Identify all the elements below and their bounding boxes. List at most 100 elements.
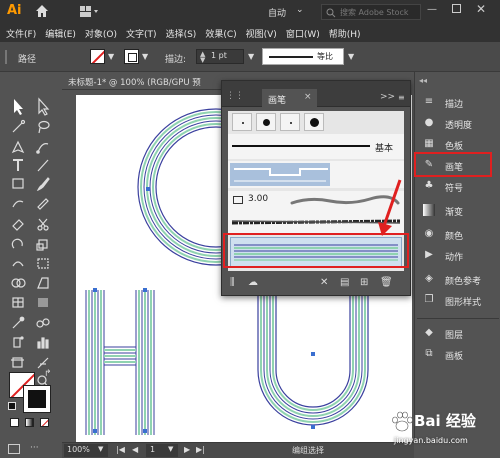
brush-libraries-icon[interactable]: ⫼ bbox=[230, 277, 235, 288]
document-tab[interactable]: 未标题-1* @ 100% (RGB/GPU 预 bbox=[62, 72, 222, 90]
stroke-proxy[interactable] bbox=[23, 385, 51, 413]
search-icon bbox=[326, 8, 336, 18]
dock-item-layers[interactable]: ◆ 图层 bbox=[415, 323, 500, 344]
color-guide-icon: ◈ bbox=[425, 273, 433, 284]
close-icon[interactable]: ✕ bbox=[476, 2, 486, 16]
highlight-selected-brush bbox=[223, 233, 409, 268]
close-icon[interactable]: × bbox=[304, 92, 312, 102]
none-mode-icon[interactable] bbox=[40, 418, 49, 427]
last-page-icon[interactable]: ▶| bbox=[196, 445, 205, 454]
dock-item-artboards[interactable]: ⧉ 画板 bbox=[415, 344, 500, 365]
chevron-down-icon[interactable]: ▼ bbox=[348, 52, 354, 61]
panel-menu-icon[interactable]: ≡ bbox=[398, 93, 405, 102]
drag-grip-icon[interactable]: ⋮⋮ bbox=[226, 91, 244, 101]
basic-brush-stroke bbox=[232, 145, 370, 147]
panel-grip[interactable] bbox=[5, 50, 7, 64]
collapse-dock-icon[interactable]: ◂◂ bbox=[419, 76, 427, 85]
stroke-weight-field[interactable]: ▲ ▼ 1 pt bbox=[196, 49, 244, 64]
app-bar: Ai 自动 ⌄ 搜索 Adobe Stock — ✕ bbox=[0, 0, 500, 24]
stepper-arrows-icon[interactable]: ▲ ▼ bbox=[200, 51, 205, 64]
edit-toolbar-icon[interactable]: ··· bbox=[30, 443, 39, 453]
chevron-down-icon[interactable]: ▼ bbox=[248, 52, 254, 61]
arrange-documents-icon[interactable] bbox=[80, 5, 100, 18]
dock-item-color[interactable]: ◉ 颜色 bbox=[415, 224, 500, 245]
document-tab-title: 未标题-1* @ 100% (RGB/GPU 预 bbox=[68, 78, 201, 88]
panel-title-bar[interactable] bbox=[222, 81, 410, 89]
menu-help[interactable]: 帮助(H) bbox=[329, 27, 361, 40]
remove-brush-stroke-icon[interactable]: ✕ bbox=[320, 277, 328, 288]
chevron-down-icon[interactable]: ⌄ bbox=[296, 5, 304, 15]
maximize-icon[interactable] bbox=[452, 4, 461, 13]
collapse-panel-icon[interactable]: >> bbox=[380, 92, 395, 102]
variable-width-profile[interactable]: 等比 bbox=[262, 48, 344, 65]
menu-type[interactable]: 文字(T) bbox=[126, 27, 157, 40]
paw-logo-icon bbox=[392, 411, 413, 432]
minimize-icon[interactable]: — bbox=[427, 4, 437, 15]
menu-window[interactable]: 窗口(W) bbox=[286, 27, 320, 40]
letter-u[interactable] bbox=[257, 295, 369, 429]
chevron-down-icon[interactable]: ▼ bbox=[108, 52, 114, 61]
menu-file[interactable]: 文件(F) bbox=[6, 27, 36, 40]
dock-item-gradient[interactable]: 渐变 bbox=[415, 200, 500, 221]
menu-select[interactable]: 选择(S) bbox=[166, 27, 197, 40]
menu-view[interactable]: 视图(V) bbox=[246, 27, 277, 40]
dock-item-actions[interactable]: ▶ 动作 bbox=[415, 245, 500, 266]
chevron-down-icon[interactable]: ▼ bbox=[168, 445, 173, 453]
dock-item-label: 颜色 bbox=[445, 232, 464, 242]
stroke-label[interactable]: 描边: bbox=[165, 52, 186, 65]
chevron-down-icon[interactable]: ▼ bbox=[142, 52, 148, 61]
color-mode-icon[interactable] bbox=[10, 418, 19, 427]
workspace-switcher[interactable]: 自动 bbox=[268, 6, 286, 19]
dock-item-graphic-styles[interactable]: ❐ 图形样式 bbox=[415, 290, 500, 311]
dock-item-transparency[interactable]: ● 透明度 bbox=[415, 113, 500, 134]
menu-object[interactable]: 对象(O) bbox=[85, 27, 117, 40]
screen-mode-icon[interactable] bbox=[8, 444, 20, 454]
first-page-icon[interactable]: |◀ bbox=[116, 445, 125, 454]
brush-options-icon[interactable]: ▤ bbox=[340, 277, 349, 288]
stroke-color-swatch[interactable] bbox=[124, 49, 139, 64]
swap-fill-stroke-icon[interactable]: ↱ bbox=[44, 369, 52, 379]
art-brush-type-icon bbox=[233, 196, 243, 204]
color-icon: ◉ bbox=[424, 228, 434, 239]
profile-label: 等比 bbox=[317, 52, 333, 61]
gradient-mode-icon[interactable] bbox=[25, 418, 34, 427]
watermark-brand: Bai 经验 bbox=[414, 412, 476, 430]
basic-brush-row[interactable]: 基本 bbox=[228, 134, 404, 159]
menu-edit[interactable]: 编辑(E) bbox=[45, 27, 76, 40]
graphic-styles-icon: ❐ bbox=[424, 294, 434, 305]
page-field[interactable]: 1 ▼ bbox=[146, 444, 178, 457]
next-page-icon[interactable]: ▶ bbox=[184, 445, 190, 454]
dock-item-label: 图层 bbox=[445, 331, 464, 341]
calligraphic-brush-dot-2[interactable] bbox=[256, 113, 276, 131]
panel-dock: ◂◂ ≡ 描边 ● 透明度 ▦ 色板 ✎ 画笔 ♣ 符号 渐变 ◉ 颜色 ▶ 动… bbox=[414, 72, 500, 442]
default-colors-icon[interactable] bbox=[8, 402, 16, 410]
dock-item-symbols[interactable]: ♣ 符号 bbox=[415, 176, 500, 197]
dock-item-stroke[interactable]: ≡ 描边 bbox=[415, 92, 500, 113]
home-icon[interactable] bbox=[34, 3, 50, 19]
menu-effect[interactable]: 效果(C) bbox=[205, 27, 236, 40]
tab-brushes[interactable]: 画笔 × bbox=[262, 89, 317, 107]
dock-item-color-guide[interactable]: ◈ 颜色参考 bbox=[415, 269, 500, 290]
stroke-weight-value: 1 pt bbox=[211, 51, 227, 60]
libraries-panel-icon[interactable]: ☁ bbox=[248, 277, 258, 288]
art-brush-size: 3.00 bbox=[248, 194, 269, 204]
watermark-url: jingyan.baidu.com bbox=[394, 436, 468, 445]
charcoal-brush-preview bbox=[232, 219, 400, 225]
stock-search-input[interactable]: 搜索 Adobe Stock bbox=[321, 4, 421, 20]
letter-h[interactable] bbox=[85, 288, 155, 435]
menu-bar: 文件(F) 编辑(E) 对象(O) 文字(T) 选择(S) 效果(C) 视图(V… bbox=[0, 24, 500, 42]
chevron-down-icon[interactable]: ▼ bbox=[98, 445, 103, 453]
previous-page-icon[interactable]: ◀ bbox=[132, 445, 138, 454]
tools-panel: ↱ bbox=[0, 72, 62, 458]
fill-color-swatch[interactable] bbox=[90, 49, 105, 64]
panel-tab-bar: ⋮⋮ 画笔 × >> ≡ bbox=[222, 89, 410, 107]
zoom-field[interactable]: 100% ▼ bbox=[64, 444, 108, 457]
dock-item-label: 透明度 bbox=[445, 121, 473, 131]
calligraphic-brush-dot-3[interactable] bbox=[280, 113, 300, 131]
gradient-icon bbox=[423, 204, 435, 216]
new-brush-icon[interactable]: ⊞ bbox=[360, 277, 368, 288]
calligraphic-brush-dot-1[interactable] bbox=[232, 113, 252, 131]
delete-brush-icon[interactable]: 🗑 bbox=[380, 277, 393, 288]
anchor-point[interactable] bbox=[146, 187, 150, 191]
calligraphic-brush-dot-4[interactable] bbox=[304, 113, 324, 131]
